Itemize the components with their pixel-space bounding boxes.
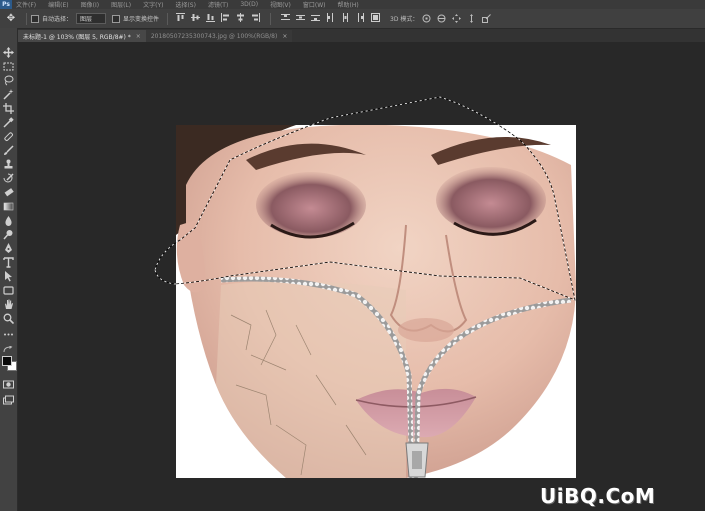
align-bottom-icon[interactable] — [206, 13, 216, 22]
menu-select[interactable]: 选择(S) — [175, 0, 196, 9]
menu-type[interactable]: 文字(Y) — [143, 0, 163, 9]
tab-close-icon[interactable]: × — [282, 33, 287, 40]
history-brush-icon[interactable] — [2, 172, 15, 185]
zipper-pull-slot — [412, 451, 422, 469]
menu-filter[interactable]: 滤镜(T) — [208, 0, 228, 9]
distribute-top-icon[interactable] — [281, 13, 291, 22]
left-eyeshadow — [256, 172, 366, 238]
watermark-logo: UiBQ.CoM — [540, 484, 656, 508]
tab-label: 20180507235300743.jpg @ 100%(RGB/8) — [150, 32, 278, 40]
shape-icon[interactable] — [2, 284, 15, 297]
distribute-right-icon[interactable] — [356, 12, 365, 22]
gradient-icon[interactable] — [2, 200, 15, 213]
auto-select-dropdown[interactable]: 图层 — [76, 13, 107, 24]
healing-brush-icon[interactable] — [2, 130, 15, 143]
align-controls — [176, 12, 381, 25]
menu-help[interactable]: 帮助(H) — [338, 0, 359, 9]
distribute-left-icon[interactable] — [326, 12, 335, 22]
show-transform-checkbox[interactable] — [112, 14, 121, 23]
brush-icon[interactable] — [2, 144, 15, 157]
align-hcenter-icon[interactable] — [236, 12, 245, 22]
divider — [167, 12, 169, 25]
more-tools-icon[interactable] — [2, 328, 15, 341]
distribute-bottom-icon[interactable] — [311, 13, 321, 22]
tab-label: 未标题-1 @ 103% (图层 5, RGB/8#) * — [23, 33, 131, 41]
clone-stamp-icon[interactable] — [2, 158, 15, 171]
screen-mode-icon[interactable] — [2, 394, 15, 407]
auto-select-label: 自动选择： — [42, 16, 73, 23]
document-canvas[interactable] — [176, 125, 576, 478]
align-left-icon[interactable] — [221, 12, 230, 22]
auto-align-icon[interactable] — [371, 12, 381, 22]
hand-icon[interactable] — [2, 298, 15, 311]
nose-tip — [398, 318, 454, 342]
swap-colors-icon[interactable] — [2, 346, 15, 354]
foreground-color-swatch[interactable] — [2, 356, 12, 366]
marquee-icon[interactable] — [2, 60, 15, 73]
distribute-hcenter-icon[interactable] — [341, 12, 350, 22]
tools-panel — [0, 28, 18, 511]
3d-mode-label: 3D 模式： — [390, 16, 419, 23]
path-selection-icon[interactable] — [2, 270, 15, 283]
menu-layer[interactable]: 图层(L) — [111, 0, 131, 9]
blur-icon[interactable] — [2, 214, 15, 227]
magic-wand-icon[interactable] — [2, 88, 15, 101]
move-tool-preset-icon[interactable]: ✥ — [0, 13, 22, 24]
align-top-icon[interactable] — [176, 12, 186, 22]
auto-select-checkbox[interactable] — [31, 14, 39, 23]
lasso-icon[interactable] — [2, 74, 15, 87]
eyedropper-icon[interactable] — [2, 116, 15, 129]
menu-bar: Ps 文件(F) 编辑(E) 图像(I) 图层(L) 文字(Y) 选择(S) 滤… — [0, 0, 705, 9]
crop-icon[interactable] — [2, 102, 15, 115]
align-right-icon[interactable] — [251, 12, 261, 22]
options-bar: ✥ 自动选择： 图层 显示变换控件 3D 模式： — [0, 9, 705, 29]
tab-close-icon[interactable]: × — [136, 33, 141, 40]
3d-rotate-icon[interactable] — [422, 14, 431, 23]
3d-controls — [422, 14, 492, 23]
3d-scale-icon[interactable] — [482, 14, 492, 23]
zoom-icon[interactable] — [2, 312, 15, 325]
distribute-vcenter-icon[interactable] — [296, 13, 306, 22]
pen-icon[interactable] — [2, 242, 15, 255]
menu-view[interactable]: 视图(V) — [270, 0, 291, 9]
divider — [270, 12, 272, 25]
menu-edit[interactable]: 编辑(E) — [48, 0, 68, 9]
type-icon[interactable] — [2, 256, 15, 269]
divider — [26, 12, 27, 25]
tab-untitled-1[interactable]: 未标题-1 @ 103% (图层 5, RGB/8#) * × — [18, 30, 146, 42]
3d-pan-icon[interactable] — [452, 14, 462, 23]
dodge-icon[interactable] — [2, 228, 15, 241]
move-icon[interactable] — [2, 46, 15, 59]
menu-window[interactable]: 窗口(W) — [303, 0, 326, 9]
menu-image[interactable]: 图像(I) — [81, 0, 99, 9]
show-transform-label: 显示变换控件 — [123, 16, 160, 23]
quick-mask-icon[interactable] — [2, 378, 15, 391]
color-swatches[interactable] — [2, 356, 17, 371]
menu-3d[interactable]: 3D(D) — [240, 1, 258, 8]
eraser-icon[interactable] — [2, 186, 15, 199]
app-logo: Ps — [0, 0, 12, 9]
tab-source-image[interactable]: 20180507235300743.jpg @ 100%(RGB/8) × — [145, 30, 293, 42]
menu-file[interactable]: 文件(F) — [16, 0, 36, 9]
3d-roll-icon[interactable] — [437, 14, 446, 23]
align-vcenter-icon[interactable] — [191, 13, 201, 22]
3d-slide-icon[interactable] — [467, 14, 476, 23]
document-tabs: 未标题-1 @ 103% (图层 5, RGB/8#) * × 20180507… — [18, 29, 705, 42]
